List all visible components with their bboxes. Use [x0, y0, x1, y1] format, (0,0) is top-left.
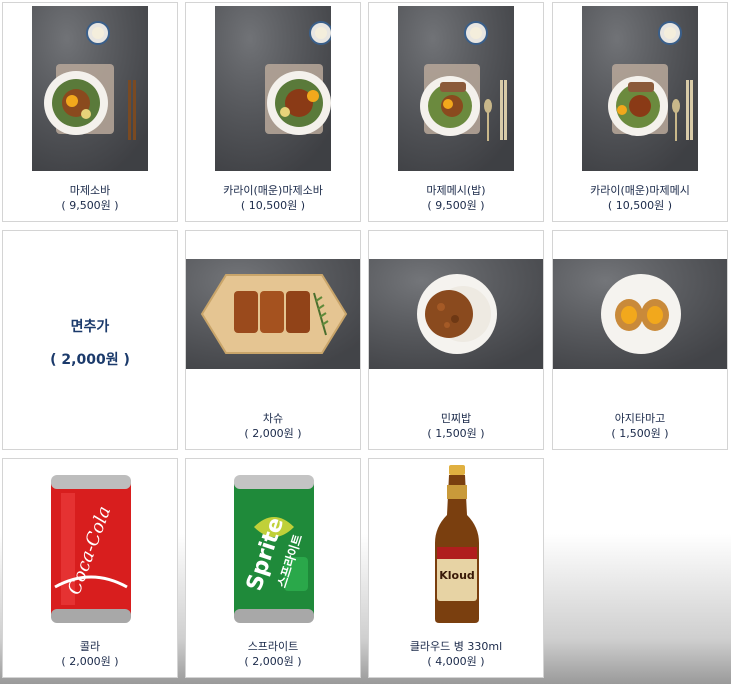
menu-item-price: ( 2,000원 ) [244, 655, 302, 668]
menu-item-name: 아지타마고 [614, 412, 666, 425]
menu-item-kloud-beer[interactable]: Kloud 클라우드 병 330ml ( 4,000원 ) [368, 458, 544, 678]
chashu-photo [186, 259, 360, 369]
menu-item-price: ( 9,500원 ) [427, 199, 485, 212]
menu-item-name: 콜라 [79, 640, 101, 653]
menu-item-price: ( 9,500원 ) [61, 199, 119, 212]
spicy-mazemeshi-photo [582, 6, 698, 171]
menu-item-name: 마제메시(밥) [426, 184, 486, 197]
menu-item-price: ( 10,500원 ) [607, 199, 673, 212]
menu-item-name: 클라우드 병 330ml [409, 640, 503, 653]
menu-item-mazemeshi[interactable]: 마제메시(밥) ( 9,500원 ) [368, 2, 544, 222]
menu-item-price: ( 2,000원 ) [61, 655, 119, 668]
menu-item-name: 면추가 [70, 319, 110, 335]
menu-item-ajitamago[interactable]: 아지타마고 ( 1,500원 ) [552, 230, 728, 450]
menu-item-cola[interactable]: Coca-Cola 콜라 ( 2,000원 ) [2, 458, 178, 678]
menu-item-spicy-mazesoba[interactable]: 카라이(매운)마제소바 ( 10,500원 ) [185, 2, 361, 222]
menu-item-name: 민찌밥 [440, 412, 472, 425]
mazemeshi-photo [398, 6, 514, 171]
menu-item-spicy-mazemeshi[interactable]: 카라이(매운)마제메시 ( 10,500원 ) [552, 2, 728, 222]
menu-item-name: 스프라이트 [247, 640, 299, 653]
menu-item-name: 카라이(매운)마제소바 [223, 184, 323, 197]
menu-item-mazesoba[interactable]: 마제소바 ( 9,500원 ) [2, 2, 178, 222]
kloud-beer-bottle-photo: Kloud [435, 465, 479, 623]
menu-item-name: 차슈 [262, 412, 284, 425]
minced-meat-rice-photo [369, 259, 543, 369]
marinated-egg-photo [553, 259, 727, 369]
menu-item-price: ( 1,500원 ) [611, 427, 669, 440]
menu-item-minced-meat-rice[interactable]: 민찌밥 ( 1,500원 ) [368, 230, 544, 450]
menu-item-price: ( 10,500원 ) [240, 199, 306, 212]
menu-item-price: ( 4,000원 ) [427, 655, 485, 668]
menu-item-chashu[interactable]: 차슈 ( 2,000원 ) [185, 230, 361, 450]
coca-cola-can-photo: Coca-Cola [51, 475, 131, 623]
mazesoba-photo [32, 6, 148, 171]
menu-item-extra-noodles[interactable]: 면추가 ( 2,000원 ) [2, 230, 178, 450]
menu-item-sprite[interactable]: Sprite 스프라이트 스프라이트 ( 2,000원 ) [185, 458, 361, 678]
spicy-mazesoba-photo [215, 6, 331, 171]
menu-item-price: ( 1,500원 ) [427, 427, 485, 440]
menu-item-name: 마제소바 [69, 184, 111, 197]
sprite-can-photo: Sprite 스프라이트 [234, 475, 314, 623]
menu-item-name: 카라이(매운)마제메시 [590, 184, 690, 197]
menu-item-price: ( 2,000원 ) [50, 352, 130, 368]
menu-item-price: ( 2,000원 ) [244, 427, 302, 440]
svg-text:Kloud: Kloud [439, 569, 475, 582]
